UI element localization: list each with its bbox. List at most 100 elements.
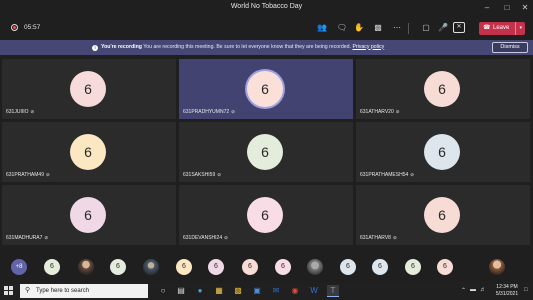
close-icon[interactable]: ✕ [519, 2, 531, 14]
leave-label: Leave [493, 25, 510, 31]
camera-off-icon[interactable]: ✕ [453, 22, 465, 33]
toolbar-divider [408, 23, 409, 34]
mic-muted-icon: ⊘ [395, 109, 400, 114]
window-title: World No Tobacco Day [230, 3, 303, 10]
mic-muted-icon: ⊘ [45, 172, 50, 177]
participant-avatar[interactable]: 6 [176, 259, 192, 275]
participant-name: 631PRATHAM49 ⊘ [6, 172, 50, 178]
video-tile[interactable]: 6 631JUIIIO ⊘ [2, 59, 176, 119]
participant-name-text: 631PRATHAMESH54 [360, 172, 409, 178]
search-icon: ⚲ [25, 287, 31, 294]
teams-icon[interactable]: T [327, 285, 339, 297]
avatar: 6 [247, 197, 283, 233]
folder-icon[interactable]: ▩ [232, 285, 244, 297]
word-icon[interactable]: W [308, 285, 320, 297]
notifications-icon[interactable]: □ [524, 287, 528, 293]
title-bar: World No Tobacco Day – □ ✕ [0, 0, 533, 17]
reactions-icon[interactable]: ✋ [353, 22, 365, 34]
privacy-policy-link[interactable]: Privacy policy [352, 44, 384, 50]
recording-icon [11, 24, 18, 31]
video-tile[interactable]: 6 631SAKSHI59 ⊘ [179, 122, 353, 182]
search-placeholder: Type here to search [36, 287, 90, 294]
volume-icon[interactable]: ♬ [480, 287, 486, 293]
participant-name-text: 631MADHURA7 [6, 235, 43, 241]
participant-avatar[interactable]: 6 [340, 259, 356, 275]
video-grid: 6 631JUIIIO ⊘ 6 631PRADHYUMN72 ⊘ 6 631ATHARV20 ⊘… [2, 59, 531, 247]
participant-name-text: 631ATHARV8 [360, 235, 391, 241]
mic-muted-icon: ⊘ [224, 235, 228, 240]
banner-text: i You're recording You are recording this… [92, 44, 384, 51]
mic-muted-icon: ⊘ [231, 109, 235, 114]
video-tile[interactable]: 6 631MADHURA7 ⊘ [2, 185, 176, 245]
participant-avatar[interactable]: 6 [437, 259, 453, 275]
avatar: 6 [424, 134, 460, 170]
mic-muted-icon: ⊘ [217, 172, 222, 177]
teams-meeting-window: World No Tobacco Day – □ ✕ 05:57 👥 🗨 ✋ ▩… [0, 0, 533, 300]
mic-muted-icon: ⊘ [30, 109, 35, 114]
video-tile[interactable]: 6 631ATHARV8 ⊘ [356, 185, 530, 245]
taskbar-clock[interactable]: 12:34 PM 5/31/2021 [491, 284, 523, 298]
participant-avatar[interactable] [307, 259, 323, 275]
mail-icon[interactable]: ✉ [270, 285, 282, 297]
meeting-toolbar: 05:57 👥 🗨 ✋ ▩ ⋯ ▢ 🎤 ✕ ☎ Leave ▾ [0, 17, 533, 39]
taskbar-search-box[interactable]: ⚲ Type here to search [20, 284, 148, 298]
chat-icon[interactable]: 🗨 [336, 22, 348, 34]
windows-taskbar: ⚲ Type here to search ○ ▤ ● ▦ ▩ ▣ ✉ ◉ W … [0, 282, 533, 300]
participant-avatar[interactable]: 6 [110, 259, 126, 275]
clock-time: 12:34 PM [496, 284, 518, 290]
video-tile[interactable]: 6 631PRATHAMESH54 ⊘ [356, 122, 530, 182]
participant-name-text: 631PRATHAM49 [6, 172, 44, 178]
participant-name-text: 631DEVANSHI24 [183, 235, 223, 241]
meeting-timer: 05:57 [24, 24, 41, 31]
leave-button[interactable]: ☎ Leave ▾ [479, 22, 525, 35]
mic-icon[interactable]: 🎤 [437, 22, 449, 34]
recording-banner: i You're recording You are recording this… [0, 40, 533, 55]
participant-avatar[interactable]: 6 [405, 259, 421, 275]
participant-name-text: 631ATHARV20 [360, 109, 394, 115]
file-explorer-icon[interactable]: ▦ [213, 285, 225, 297]
participant-name-text: 631SAKSHI59 [183, 172, 216, 178]
chevron-down-icon[interactable]: ▾ [515, 22, 522, 35]
avatar: 6 [70, 134, 106, 170]
camera-icon[interactable]: ▢ [420, 22, 432, 34]
video-tile[interactable]: 6 631ATHARV20 ⊘ [356, 59, 530, 119]
dismiss-button[interactable]: Dismiss [492, 42, 528, 53]
avatar: 6 [424, 197, 460, 233]
network-icon[interactable]: ▬ [470, 287, 476, 293]
windows-start-icon[interactable] [4, 286, 14, 296]
participant-name: 631SAKSHI59 ⊘ [183, 172, 221, 178]
store-icon[interactable]: ▣ [251, 285, 263, 297]
more-participants-button[interactable]: +8 [11, 259, 27, 275]
participant-avatar[interactable]: 6 [44, 259, 60, 275]
edge-icon[interactable]: ● [194, 285, 206, 297]
participant-avatar[interactable]: 6 [372, 259, 388, 275]
chrome-icon[interactable]: ◉ [289, 285, 301, 297]
tray-chevron-icon[interactable]: ⌃ [461, 287, 466, 294]
mic-muted-icon: ⊘ [44, 235, 49, 240]
participant-avatar[interactable]: 6 [208, 259, 224, 275]
task-view-icon[interactable]: ▤ [175, 285, 187, 297]
banner-message: You are recording this meeting. Be sure … [143, 43, 352, 50]
participant-name-text: 631JUIIIO [6, 109, 29, 115]
mic-muted-icon: ⊘ [392, 235, 397, 240]
participant-name: 631PRATHAMESH54 ⊘ [360, 172, 414, 178]
avatar: 6 [424, 71, 460, 107]
participant-name: 631PRADHYUMN72 ⊘ [183, 109, 235, 115]
video-tile[interactable]: 6 631PRATHAM49 ⊘ [2, 122, 176, 182]
minimize-icon[interactable]: – [481, 2, 493, 14]
maximize-icon[interactable]: □ [501, 2, 513, 14]
participant-avatar[interactable] [489, 259, 505, 275]
clock-date: 5/31/2021 [495, 291, 519, 297]
share-screen-icon[interactable]: ▩ [372, 22, 384, 34]
participants-icon[interactable]: 👥 [316, 22, 328, 34]
video-tile[interactable]: 6 631PRADHYUMN72 ⊘ [179, 59, 353, 119]
participant-avatar[interactable] [78, 259, 94, 275]
more-icon[interactable]: ⋯ [391, 22, 403, 34]
participant-name: 631DEVANSHI24 ⊘ [183, 235, 228, 241]
participant-name: 631JUIIIO ⊘ [6, 109, 35, 115]
participant-avatar[interactable]: 6 [275, 259, 291, 275]
participant-avatar[interactable] [143, 259, 159, 275]
cortana-icon[interactable]: ○ [157, 285, 169, 297]
video-tile[interactable]: 6 631DEVANSHI24 ⊘ [179, 185, 353, 245]
participant-avatar[interactable]: 6 [242, 259, 258, 275]
